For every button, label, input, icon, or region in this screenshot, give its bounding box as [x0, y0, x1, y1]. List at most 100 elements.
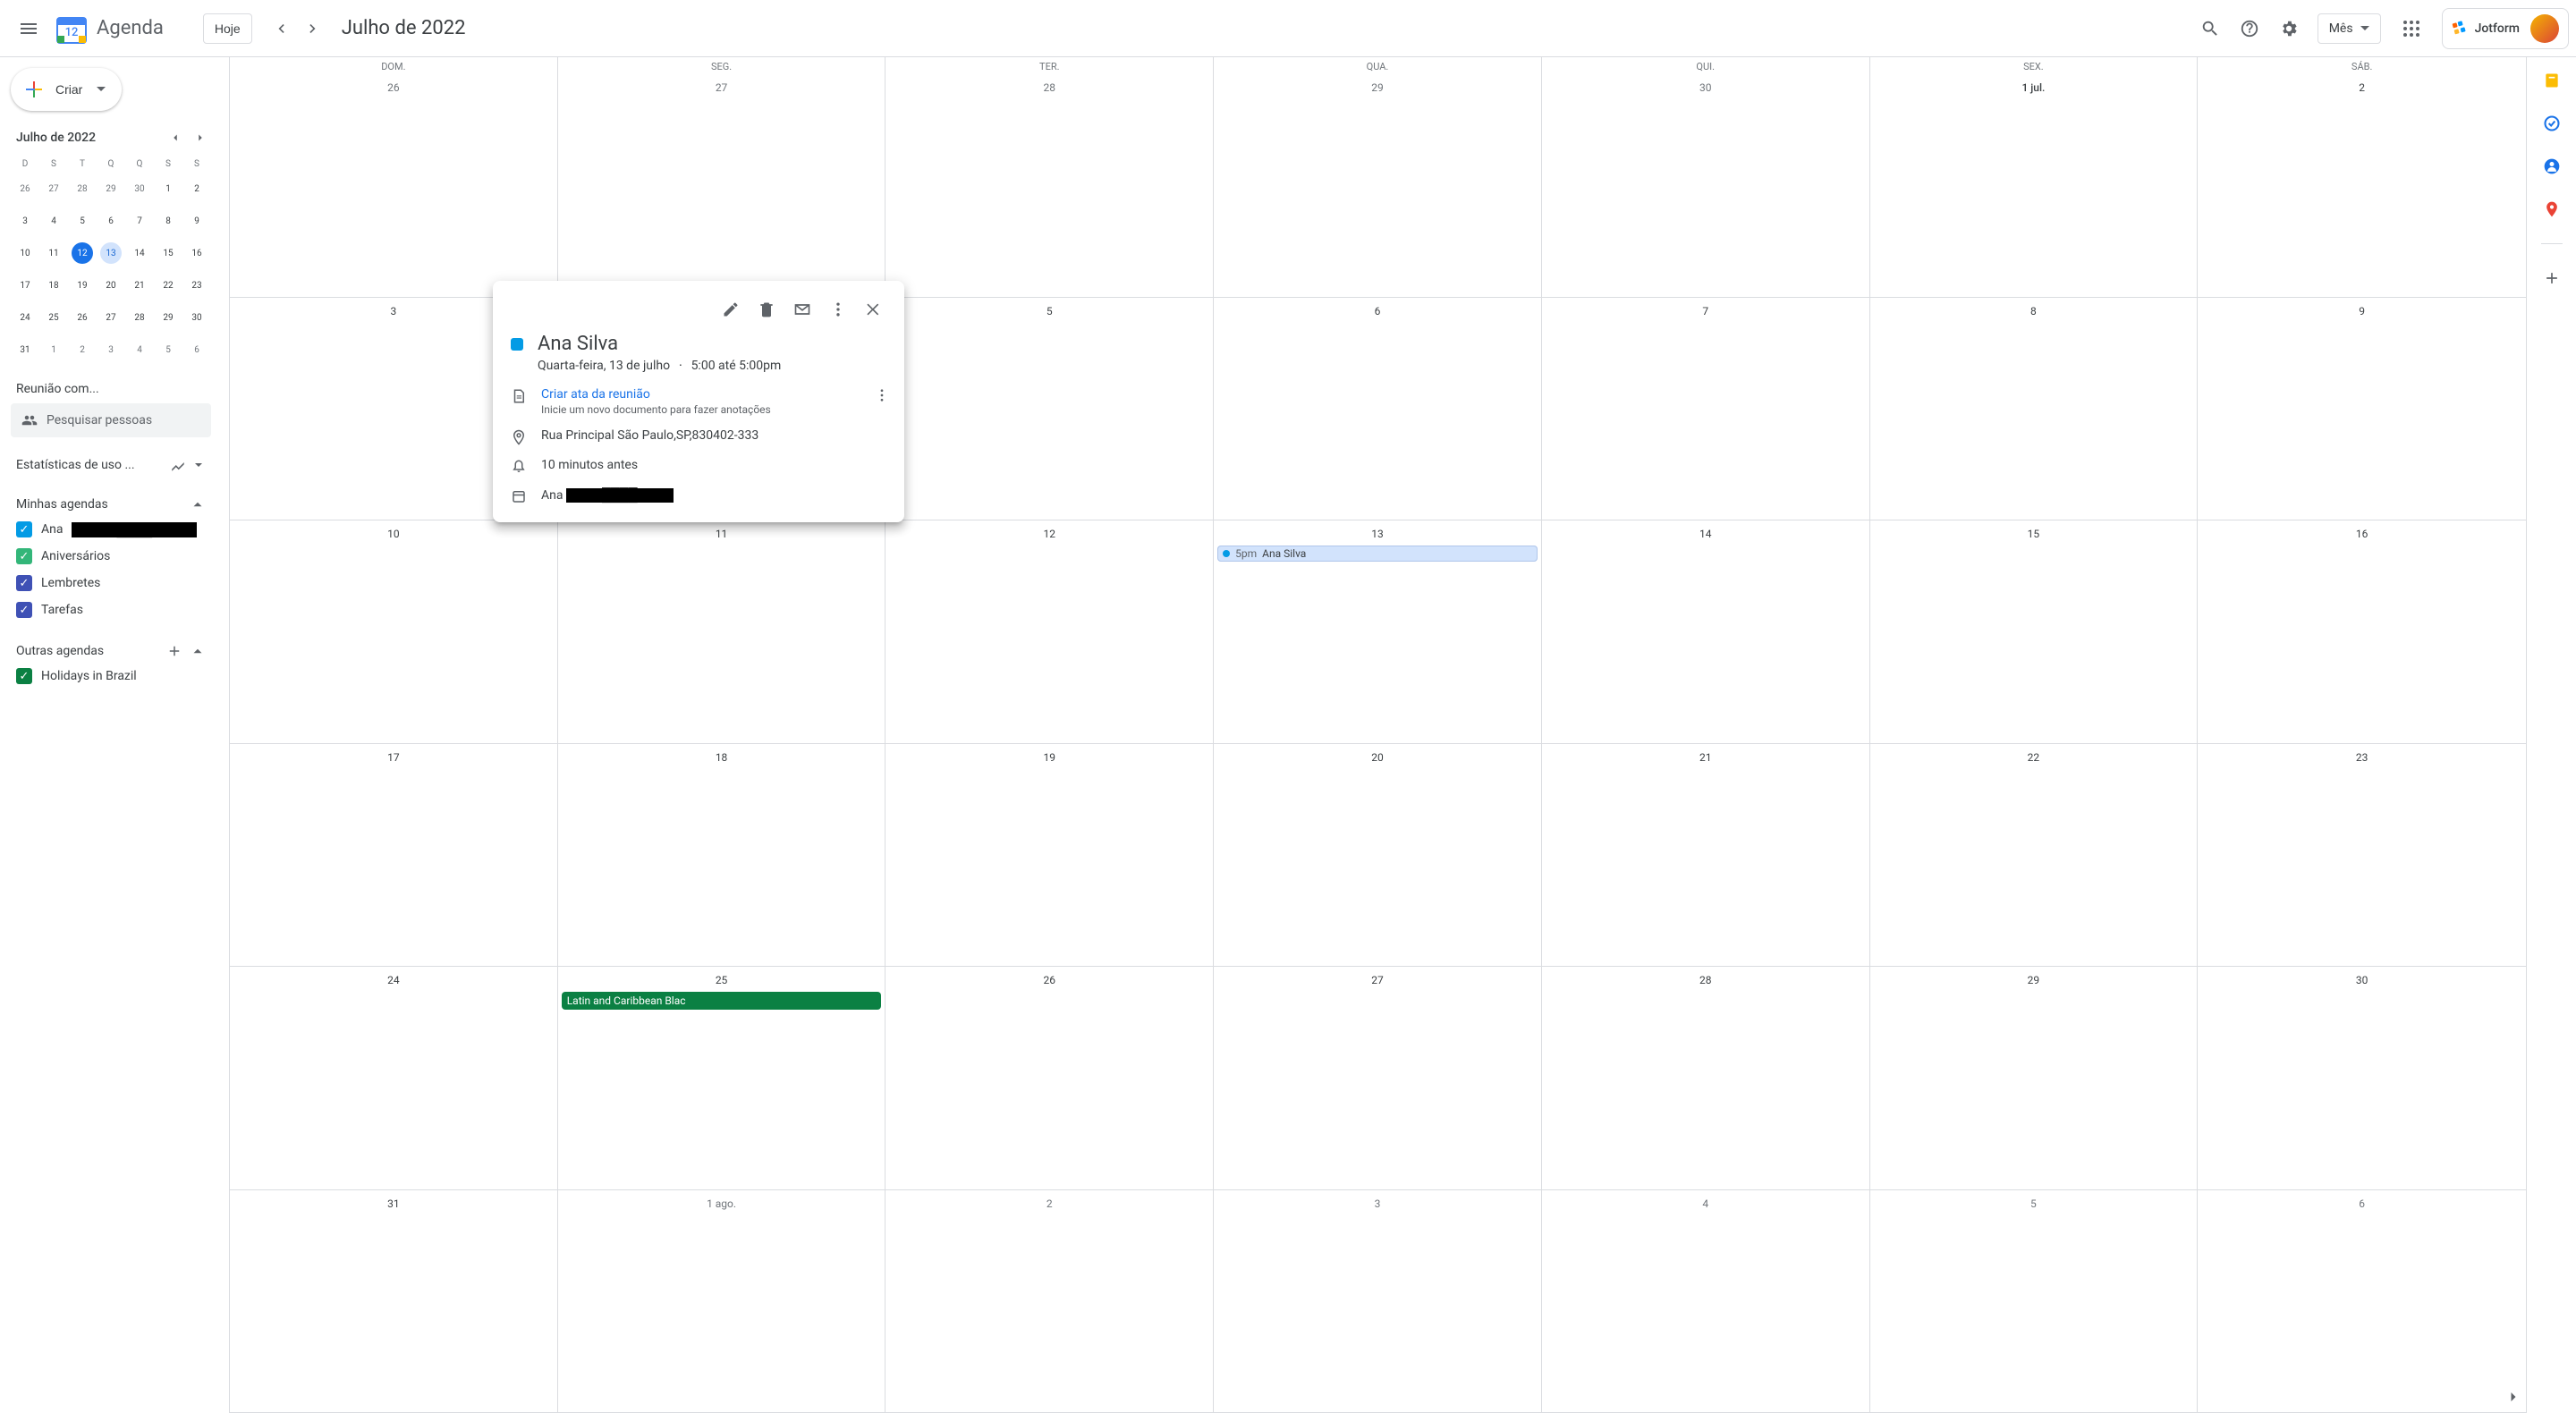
add-addon-icon[interactable]	[2543, 269, 2561, 287]
mini-day-cell[interactable]: 6	[97, 205, 125, 237]
google-apps-button[interactable]	[2392, 9, 2431, 48]
mini-day-cell[interactable]: 2	[182, 173, 211, 205]
side-panel-collapse[interactable]	[2504, 1388, 2522, 1406]
delete-event-button[interactable]	[750, 293, 783, 326]
mini-day-cell[interactable]: 10	[11, 237, 39, 269]
day-cell[interactable]: 6	[2198, 1190, 2526, 1413]
calendar-item[interactable]: ✓Holidays in Brazil	[11, 663, 211, 690]
day-cell[interactable]: 5	[1870, 1190, 2199, 1413]
day-cell[interactable]: 24	[230, 967, 558, 1190]
mini-day-cell[interactable]: 16	[182, 237, 211, 269]
usage-stats-row[interactable]: Estatísticas de uso ...	[11, 453, 211, 477]
mini-day-cell[interactable]: 21	[125, 269, 154, 301]
mini-day-cell[interactable]: 13	[97, 237, 125, 269]
day-cell[interactable]: 26	[886, 967, 1214, 1190]
create-meeting-notes-link[interactable]: Criar ata da reunião	[541, 387, 860, 402]
mini-day-cell[interactable]: 2	[68, 334, 97, 366]
day-cell[interactable]: 28	[1542, 967, 1870, 1190]
day-cell[interactable]: 8	[1870, 298, 2199, 521]
day-cell[interactable]: 135pmAna Silva	[1214, 520, 1542, 744]
calendar-item[interactable]: ✓Aniversários	[11, 543, 211, 570]
calendar-checkbox[interactable]: ✓	[16, 602, 32, 618]
mini-day-cell[interactable]: 8	[154, 205, 182, 237]
day-cell[interactable]: 27	[1214, 967, 1542, 1190]
day-cell[interactable]: 5	[886, 298, 1214, 521]
mini-next-month[interactable]	[190, 127, 211, 148]
view-selector[interactable]: Mês	[2318, 13, 2381, 44]
today-button[interactable]: Hoje	[203, 13, 252, 44]
calendar-item[interactable]: ✓Lembretes	[11, 570, 211, 597]
mini-day-cell[interactable]: 27	[97, 301, 125, 334]
day-cell[interactable]: 2	[886, 1190, 1214, 1413]
mini-day-cell[interactable]: 19	[68, 269, 97, 301]
email-event-button[interactable]	[786, 293, 818, 326]
mini-day-cell[interactable]: 14	[125, 237, 154, 269]
day-cell[interactable]: 10	[230, 520, 558, 744]
day-cell[interactable]: 17	[230, 744, 558, 968]
day-cell[interactable]: 29	[1870, 967, 2199, 1190]
day-cell[interactable]: 29	[1214, 74, 1542, 298]
calendar-item[interactable]: ✓Ana████	[11, 516, 211, 543]
day-cell[interactable]: 25Latin and Caribbean Blac	[558, 967, 886, 1190]
mini-day-cell[interactable]: 3	[97, 334, 125, 366]
mini-day-cell[interactable]: 3	[11, 205, 39, 237]
mini-day-cell[interactable]: 1	[154, 173, 182, 205]
day-cell[interactable]: 11	[558, 520, 886, 744]
help-button[interactable]	[2232, 11, 2267, 47]
mini-day-cell[interactable]: 26	[68, 301, 97, 334]
maps-icon[interactable]	[2543, 200, 2561, 218]
mini-day-cell[interactable]: 31	[11, 334, 39, 366]
mini-day-cell[interactable]: 11	[39, 237, 68, 269]
edit-event-button[interactable]	[715, 293, 747, 326]
day-cell[interactable]: 21	[1542, 744, 1870, 968]
day-cell[interactable]: 27	[558, 74, 886, 298]
contacts-icon[interactable]	[2543, 157, 2561, 175]
mini-day-cell[interactable]: 23	[182, 269, 211, 301]
day-cell[interactable]: 30	[2198, 967, 2526, 1190]
mini-day-cell[interactable]: 7	[125, 205, 154, 237]
mini-day-cell[interactable]: 26	[11, 173, 39, 205]
mini-prev-month[interactable]	[165, 127, 186, 148]
day-cell[interactable]: 26	[230, 74, 558, 298]
mini-day-cell[interactable]: 15	[154, 237, 182, 269]
tasks-icon[interactable]	[2543, 114, 2561, 132]
next-period-button[interactable]	[299, 14, 327, 43]
day-cell[interactable]: 1 ago.	[558, 1190, 886, 1413]
mini-day-cell[interactable]: 9	[182, 205, 211, 237]
day-cell[interactable]: 20	[1214, 744, 1542, 968]
mini-day-cell[interactable]: 22	[154, 269, 182, 301]
day-cell[interactable]: 14	[1542, 520, 1870, 744]
mini-day-cell[interactable]: 28	[68, 173, 97, 205]
calendar-checkbox[interactable]: ✓	[16, 548, 32, 564]
calendar-checkbox[interactable]: ✓	[16, 521, 32, 537]
calendar-item[interactable]: ✓Tarefas	[11, 597, 211, 623]
day-cell[interactable]: 9	[2198, 298, 2526, 521]
user-avatar[interactable]	[2530, 14, 2559, 43]
day-cell[interactable]: 23	[2198, 744, 2526, 968]
day-cell[interactable]: 6	[1214, 298, 1542, 521]
mini-day-cell[interactable]: 4	[39, 205, 68, 237]
plus-icon[interactable]	[166, 643, 182, 659]
day-cell[interactable]: 31	[230, 1190, 558, 1413]
mini-day-cell[interactable]: 27	[39, 173, 68, 205]
mini-day-cell[interactable]: 29	[154, 301, 182, 334]
event-options-button[interactable]	[822, 293, 854, 326]
mini-day-cell[interactable]: 25	[39, 301, 68, 334]
other-calendars-header[interactable]: Outras agendas	[11, 639, 211, 663]
day-cell[interactable]: 22	[1870, 744, 2199, 968]
mini-day-cell[interactable]: 12	[68, 237, 97, 269]
mini-day-cell[interactable]: 28	[125, 301, 154, 334]
settings-button[interactable]	[2271, 11, 2307, 47]
day-cell[interactable]: 2	[2198, 74, 2526, 298]
day-cell[interactable]: 4	[1542, 1190, 1870, 1413]
mini-day-cell[interactable]: 5	[68, 205, 97, 237]
day-cell[interactable]: 18	[558, 744, 886, 968]
day-cell[interactable]: 30	[1542, 74, 1870, 298]
mini-day-cell[interactable]: 4	[125, 334, 154, 366]
mini-day-cell[interactable]: 1	[39, 334, 68, 366]
calendar-checkbox[interactable]: ✓	[16, 668, 32, 684]
jotform-extension[interactable]: Jotform	[2442, 8, 2569, 49]
day-cell[interactable]: 28	[886, 74, 1214, 298]
search-button[interactable]	[2192, 11, 2228, 47]
mini-day-cell[interactable]: 29	[97, 173, 125, 205]
